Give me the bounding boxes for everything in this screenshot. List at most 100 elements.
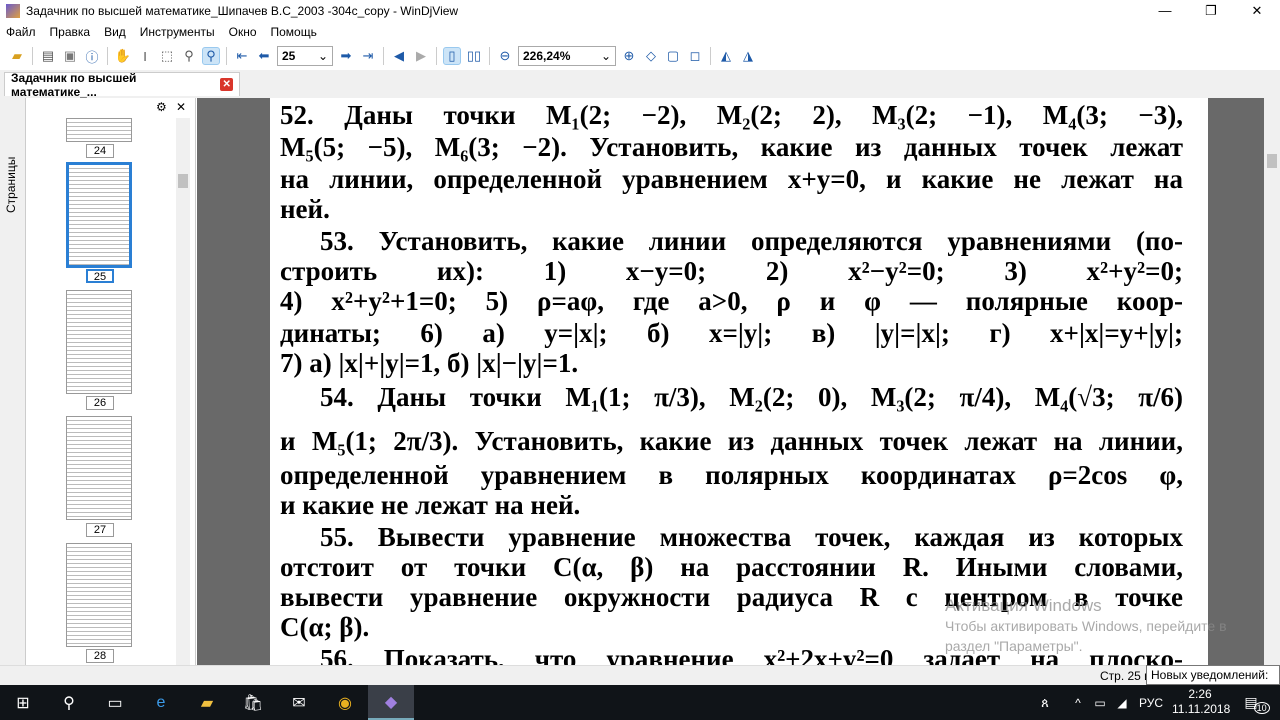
info-icon[interactable]: ⓘ: [83, 47, 101, 65]
mail-icon[interactable]: ✉: [276, 685, 322, 720]
text-select-icon[interactable]: I: [136, 47, 154, 65]
page-info: Стр. 25 и: [1100, 669, 1151, 683]
text-line: 52. Даны точки M₁(2; −2), M₂(2; 2), M₃(2…: [280, 100, 1183, 130]
forward-icon[interactable]: ▶: [412, 47, 430, 65]
page-thumbnail-label: 27: [86, 523, 114, 537]
menu-edit[interactable]: Правка: [50, 25, 91, 39]
pages-tab-label: Страницы: [4, 156, 18, 213]
text-line: M₅(5; −5), M₆(3; −2). Установить, какие …: [280, 132, 1183, 162]
app-icon: [6, 4, 20, 18]
menu-help[interactable]: Помощь: [271, 25, 317, 39]
edge-icon[interactable]: e: [138, 685, 184, 720]
first-page-icon[interactable]: ⇤: [233, 47, 251, 65]
toolbar: ▰ ▤ ▣ ⓘ ✋ I ⬚ ⚲ ⚲ ⇤ ⬅ 25 ⌄ ➡ ⇥ ◀ ▶ ▯ ▯▯ ⊖…: [0, 44, 1280, 68]
text-line: 55. Вывести уравнение множества точек, к…: [320, 522, 1183, 552]
windjview-taskbar-icon[interactable]: ◆: [368, 685, 414, 720]
close-button[interactable]: ✕: [1234, 0, 1280, 22]
print-icon[interactable]: ▤: [39, 47, 57, 65]
fit-width-icon[interactable]: ◻: [686, 47, 704, 65]
chevron-down-icon: ⌄: [317, 49, 328, 63]
separator: [32, 47, 33, 65]
actual-size-icon[interactable]: ▢: [664, 47, 682, 65]
facing-pages-icon[interactable]: ▯▯: [465, 47, 483, 65]
page-thumbnail-selected[interactable]: [66, 162, 132, 268]
gear-icon[interactable]: ⚙: [156, 100, 167, 114]
wifi-icon[interactable]: ◢: [1112, 685, 1132, 720]
text-line: отстоит от точки C(α, β) на расстоянии R…: [280, 552, 1183, 582]
watermark-line1: Чтобы активировать Windows, перейдите в: [945, 618, 1227, 634]
page-thumbnail-label: 26: [86, 396, 114, 410]
single-page-icon[interactable]: ▯: [443, 47, 461, 65]
menu-bar: Файл Правка Вид Инструменты Окно Помощь: [0, 22, 1280, 42]
page-thumbnail-label: 24: [86, 144, 114, 158]
last-page-icon[interactable]: ⇥: [359, 47, 377, 65]
menu-file[interactable]: Файл: [6, 25, 36, 39]
page-number-combo[interactable]: 25 ⌄: [277, 46, 333, 66]
text-line: определенной уравнением в полярных коорд…: [280, 460, 1183, 490]
rotate-right-icon[interactable]: ◮: [739, 47, 757, 65]
text-line: 4) x²+y²+1=0; 5) ρ=aφ, где a>0, ρ и φ — …: [280, 286, 1183, 316]
zoom-tool-icon[interactable]: ⚲: [180, 47, 198, 65]
pages-side-tab[interactable]: Страницы: [0, 98, 26, 665]
hand-tool-icon[interactable]: ✋: [114, 47, 132, 65]
rect-select-icon[interactable]: ⬚: [158, 47, 176, 65]
action-center-icon[interactable]: ▤ 10: [1234, 685, 1280, 720]
minimize-button[interactable]: —: [1142, 0, 1188, 22]
document-tab[interactable]: Задачник по высшей математике_... ✕: [4, 70, 240, 99]
prev-page-icon[interactable]: ⬅: [255, 47, 273, 65]
separator: [383, 47, 384, 65]
power-icon[interactable]: ▭: [1090, 685, 1110, 720]
text-line: и какие не лежат на ней.: [280, 490, 581, 520]
fit-page-icon[interactable]: ◇: [642, 47, 660, 65]
zoom-value: 226,24%: [523, 49, 571, 63]
page-thumbnail[interactable]: [66, 543, 132, 647]
menu-window[interactable]: Окно: [229, 25, 257, 39]
clock[interactable]: 2:26 11.11.2018: [1172, 687, 1230, 717]
next-page-icon[interactable]: ➡: [337, 47, 355, 65]
document-scrollbar[interactable]: [1264, 98, 1280, 665]
document-page: 52. Даны точки M₁(2; −2), M₂(2; 2), M₃(2…: [270, 98, 1208, 665]
time: 2:26: [1188, 687, 1212, 701]
file-explorer-icon[interactable]: ▰: [184, 685, 230, 720]
start-icon[interactable]: ⊞: [0, 685, 46, 720]
search-icon[interactable]: ⚲: [46, 685, 92, 720]
zoom-in-icon[interactable]: ⊕: [620, 47, 638, 65]
back-icon[interactable]: ◀: [390, 47, 408, 65]
close-panel-icon[interactable]: ✕: [176, 100, 186, 114]
store-icon[interactable]: 🛍: [230, 685, 276, 720]
find-icon[interactable]: ▣: [61, 47, 79, 65]
separator: [436, 47, 437, 65]
zoom-rect-icon[interactable]: ⚲: [202, 47, 220, 65]
page-thumbnail-label: 25: [86, 269, 114, 283]
menu-tools[interactable]: Инструменты: [140, 25, 215, 39]
zoom-combo[interactable]: 226,24% ⌄: [518, 46, 616, 66]
scroll-thumb[interactable]: [1267, 154, 1277, 168]
rotate-left-icon[interactable]: ◭: [717, 47, 735, 65]
tab-close-icon[interactable]: ✕: [220, 78, 233, 91]
tray-chevron-icon[interactable]: ^: [1068, 685, 1088, 720]
text-line: 53. Установить, какие линии определяются…: [320, 226, 1183, 256]
language-indicator[interactable]: РУС: [1136, 685, 1166, 720]
title-bar: Задачник по высшей математике_Шипачев В.…: [0, 0, 1280, 22]
text-line: на линии, определенной уравнением x+y=0,…: [280, 164, 1183, 194]
people-icon[interactable]: ጰ: [1030, 685, 1060, 720]
task-view-icon[interactable]: ▭: [92, 685, 138, 720]
menu-view[interactable]: Вид: [104, 25, 126, 39]
page-thumbnail[interactable]: [66, 416, 132, 520]
separator: [489, 47, 490, 65]
page-thumbnail[interactable]: [66, 118, 132, 142]
text-line: 54. Даны точки M₁(1; π/3), M₂(2; 0), M₃(…: [320, 382, 1183, 412]
chrome-icon[interactable]: ◉: [322, 685, 368, 720]
text-line: динаты; 6) а) y=|x|; б) x=|y|; в) |y|=|x…: [280, 318, 1183, 348]
separator: [710, 47, 711, 65]
tab-label: Задачник по высшей математике_...: [11, 70, 137, 99]
page-thumbnail[interactable]: [66, 290, 132, 394]
open-icon[interactable]: ▰: [8, 47, 26, 65]
notification-count: 10: [1253, 701, 1270, 714]
status-bar: Стр. 25 и: [0, 665, 1280, 685]
thumbnails-scrollbar[interactable]: [176, 118, 190, 665]
separator: [107, 47, 108, 65]
page-number-value: 25: [282, 49, 296, 63]
maximize-button[interactable]: ❐: [1188, 0, 1234, 22]
zoom-out-icon[interactable]: ⊖: [496, 47, 514, 65]
